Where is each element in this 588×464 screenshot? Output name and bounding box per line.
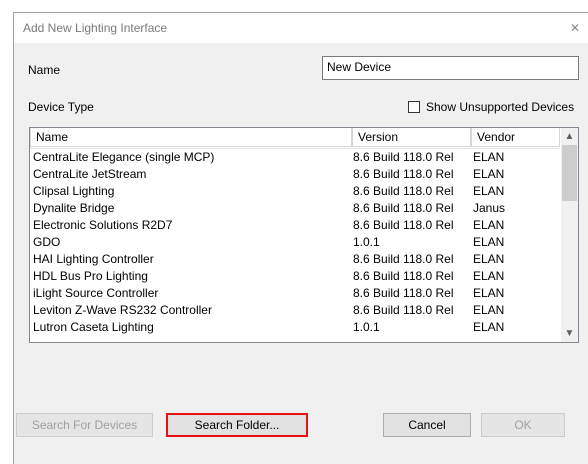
cell-version: 8.6 Build 118.0 Rel bbox=[353, 303, 454, 317]
cell-name: GDO bbox=[33, 235, 61, 249]
cancel-button[interactable]: Cancel bbox=[383, 413, 471, 437]
cell-version: 8.6 Build 118.0 Rel bbox=[353, 184, 454, 198]
show-unsupported-label: Show Unsupported Devices bbox=[426, 100, 575, 114]
cell-version: 8.6 Build 118.0 Rel bbox=[353, 201, 454, 215]
cell-version: 8.6 Build 118.0 Rel bbox=[353, 167, 454, 181]
cell-version: 8.6 Build 118.0 Rel bbox=[353, 286, 454, 300]
list-item[interactable]: Leviton Z-Wave RS232 Controller 8.6 Build… bbox=[30, 302, 560, 319]
cell-name: Clipsal Lighting bbox=[33, 184, 115, 198]
list-item[interactable]: iLight Source Controller 8.6 Build 118.0 … bbox=[30, 285, 560, 302]
list-item[interactable]: CentraLite JetStream 8.6 Build 118.0 Rel E… bbox=[30, 166, 560, 183]
list-header: Name Version Vendor bbox=[30, 128, 560, 149]
cell-name: Electronic Solutions R2D7 bbox=[33, 218, 173, 232]
cell-vendor: Janus bbox=[473, 201, 506, 215]
add-lighting-interface-dialog: Add New Lighting Interface ✕ Name New De… bbox=[13, 12, 588, 464]
cell-version: 8.6 Build 118.0 Rel bbox=[353, 269, 454, 283]
title-bar[interactable]: Add New Lighting Interface ✕ bbox=[14, 13, 588, 43]
list-item[interactable]: HAI Lighting Controller 8.6 Build 118.0 R… bbox=[30, 251, 560, 268]
list-item[interactable]: Lutron Caseta Lighting 1.0.1 ELAN bbox=[30, 319, 560, 336]
cell-version: 8.6 Build 118.0 Rel bbox=[353, 150, 454, 164]
list-item[interactable]: Dynalite Bridge 8.6 Build 118.0 Rel Janus bbox=[30, 200, 560, 217]
cell-version: 8.6 Build 118.0 Rel bbox=[353, 252, 454, 266]
cell-name: Lutron Caseta Lighting bbox=[33, 320, 154, 334]
column-header-name[interactable]: Name bbox=[30, 128, 352, 147]
list-item[interactable]: HDL Bus Pro Lighting 8.6 Build 118.0 Rel E… bbox=[30, 268, 560, 285]
search-folder-button[interactable]: Search Folder... bbox=[166, 413, 308, 437]
show-unsupported-checkbox[interactable] bbox=[408, 101, 420, 113]
cell-vendor: ELAN bbox=[473, 269, 505, 283]
list-item[interactable]: Electronic Solutions R2D7 8.6 Build 118.0… bbox=[30, 217, 560, 234]
scroll-thumb[interactable] bbox=[562, 145, 577, 201]
cell-name: HDL Bus Pro Lighting bbox=[33, 269, 148, 283]
vertical-scrollbar[interactable]: ▲ ▼ bbox=[561, 128, 578, 342]
name-label: Name bbox=[28, 63, 61, 77]
list-rows: CentraLite Elegance (single MCP) 8.6 Buil… bbox=[30, 149, 560, 336]
ok-button[interactable]: OK bbox=[481, 413, 565, 437]
search-for-devices-button[interactable]: Search For Devices bbox=[16, 413, 153, 437]
device-type-label: Device Type bbox=[28, 100, 94, 114]
cell-name: HAI Lighting Controller bbox=[33, 252, 154, 266]
list-item[interactable]: CentraLite Elegance (single MCP) 8.6 Buil… bbox=[30, 149, 560, 166]
cell-vendor: ELAN bbox=[473, 235, 505, 249]
column-header-vendor[interactable]: Vendor bbox=[471, 128, 560, 147]
close-icon[interactable]: ✕ bbox=[562, 13, 588, 43]
show-unsupported-toggle[interactable]: Show Unsupported Devices bbox=[408, 100, 574, 114]
scroll-down-icon[interactable]: ▼ bbox=[561, 325, 578, 342]
cell-version: 1.0.1 bbox=[353, 320, 380, 334]
cell-name: CentraLite Elegance (single MCP) bbox=[33, 150, 215, 164]
list-item[interactable]: GDO 1.0.1 ELAN bbox=[30, 234, 560, 251]
cell-version: 8.6 Build 118.0 Rel bbox=[353, 218, 454, 232]
cell-vendor: ELAN bbox=[473, 303, 505, 317]
cell-name: CentraLite JetStream bbox=[33, 167, 147, 181]
cell-vendor: ELAN bbox=[473, 252, 505, 266]
cell-name: Dynalite Bridge bbox=[33, 201, 115, 215]
cell-version: 1.0.1 bbox=[353, 235, 380, 249]
cell-vendor: ELAN bbox=[473, 184, 505, 198]
cell-name: iLight Source Controller bbox=[33, 286, 159, 300]
device-type-list[interactable]: Name Version Vendor CentraLite Elegance … bbox=[29, 127, 579, 343]
list-item[interactable]: Clipsal Lighting 8.6 Build 118.0 Rel ELAN bbox=[30, 183, 560, 200]
scroll-up-icon[interactable]: ▲ bbox=[561, 128, 578, 145]
column-header-version[interactable]: Version bbox=[352, 128, 471, 147]
cell-vendor: ELAN bbox=[473, 167, 505, 181]
cell-vendor: ELAN bbox=[473, 150, 505, 164]
cell-vendor: ELAN bbox=[473, 286, 505, 300]
name-input[interactable]: New Device bbox=[322, 56, 579, 80]
window-title: Add New Lighting Interface bbox=[23, 21, 168, 35]
cell-vendor: ELAN bbox=[473, 218, 505, 232]
cell-vendor: ELAN bbox=[473, 320, 505, 334]
cell-name: Leviton Z-Wave RS232 Controller bbox=[33, 303, 212, 317]
